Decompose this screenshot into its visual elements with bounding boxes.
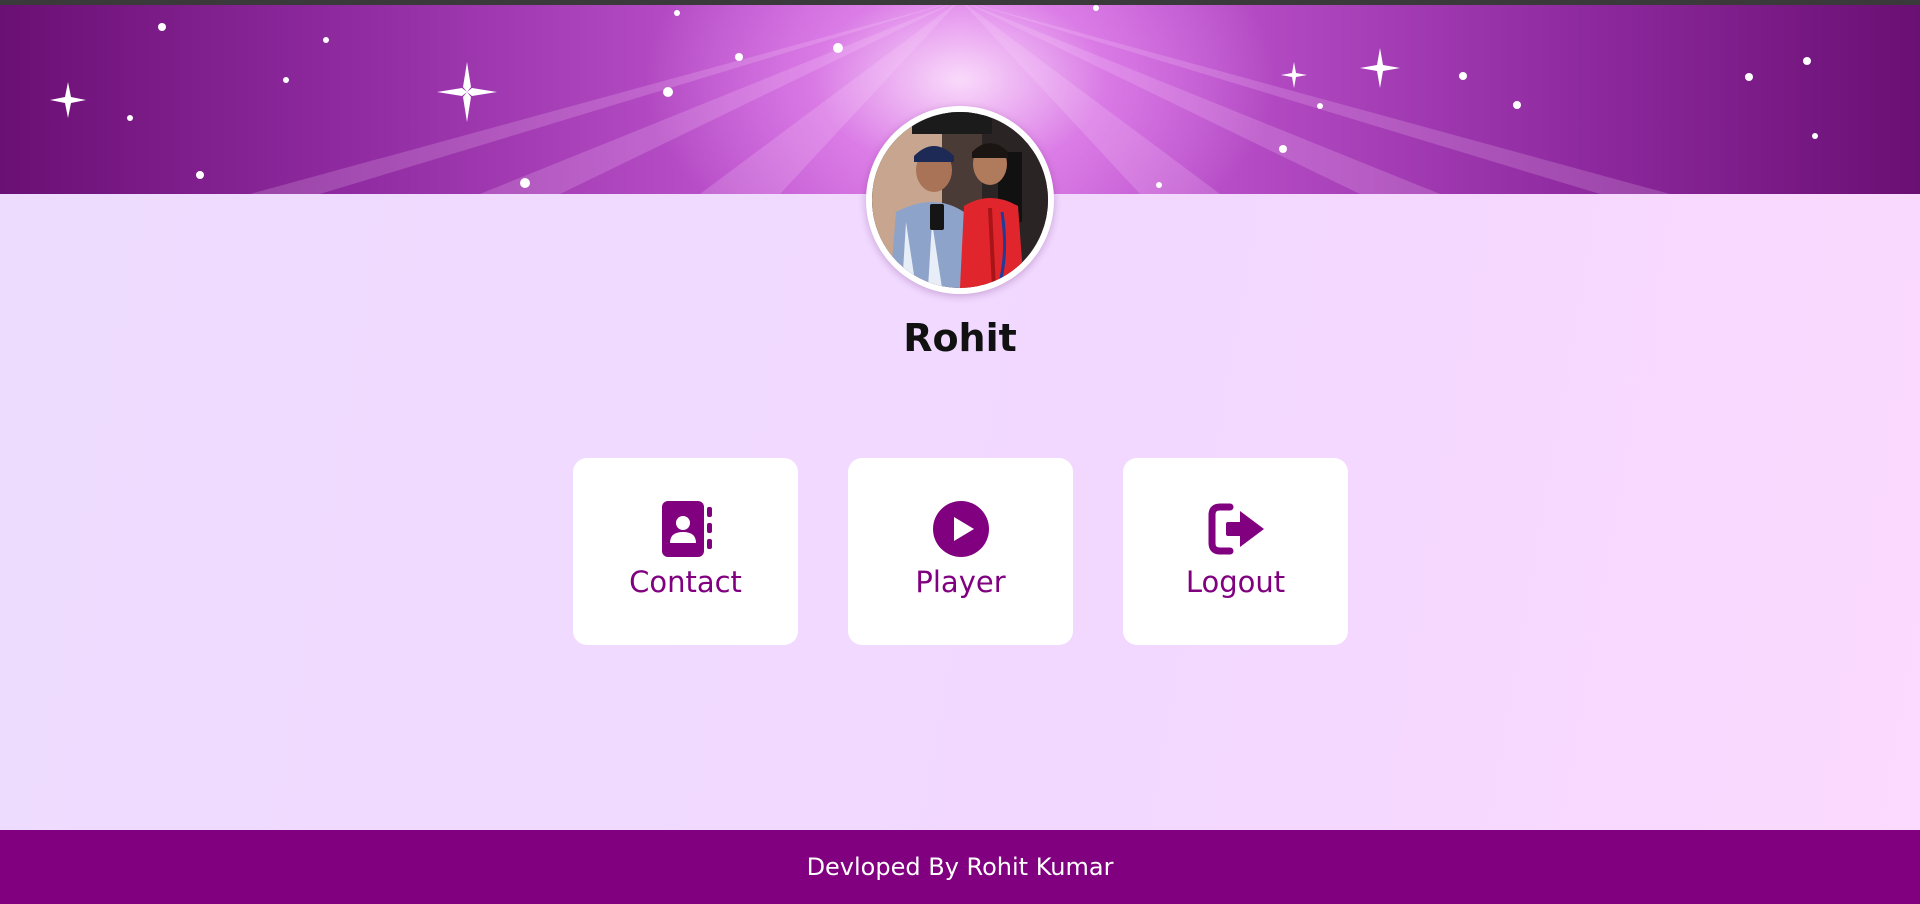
logout-icon: [1208, 501, 1264, 557]
footer: Devloped By Rohit Kumar: [0, 830, 1920, 904]
footer-credit: Devloped By Rohit Kumar: [806, 853, 1114, 881]
contact-card[interactable]: Contact: [573, 458, 798, 645]
avatar: [872, 112, 1048, 288]
profile-name: Rohit: [903, 316, 1017, 360]
logout-card[interactable]: Logout: [1123, 458, 1348, 645]
avatar-photo: [872, 112, 1048, 288]
menu-cards: Contact Player Logout: [573, 458, 1348, 645]
address-book-icon: [658, 501, 714, 557]
player-label: Player: [915, 565, 1006, 599]
browser-top-edge: [0, 0, 1920, 5]
logout-label: Logout: [1185, 565, 1286, 599]
contact-label: Contact: [629, 565, 742, 599]
play-circle-icon: [932, 501, 989, 557]
avatar-frame: [866, 106, 1054, 294]
player-card[interactable]: Player: [848, 458, 1073, 645]
